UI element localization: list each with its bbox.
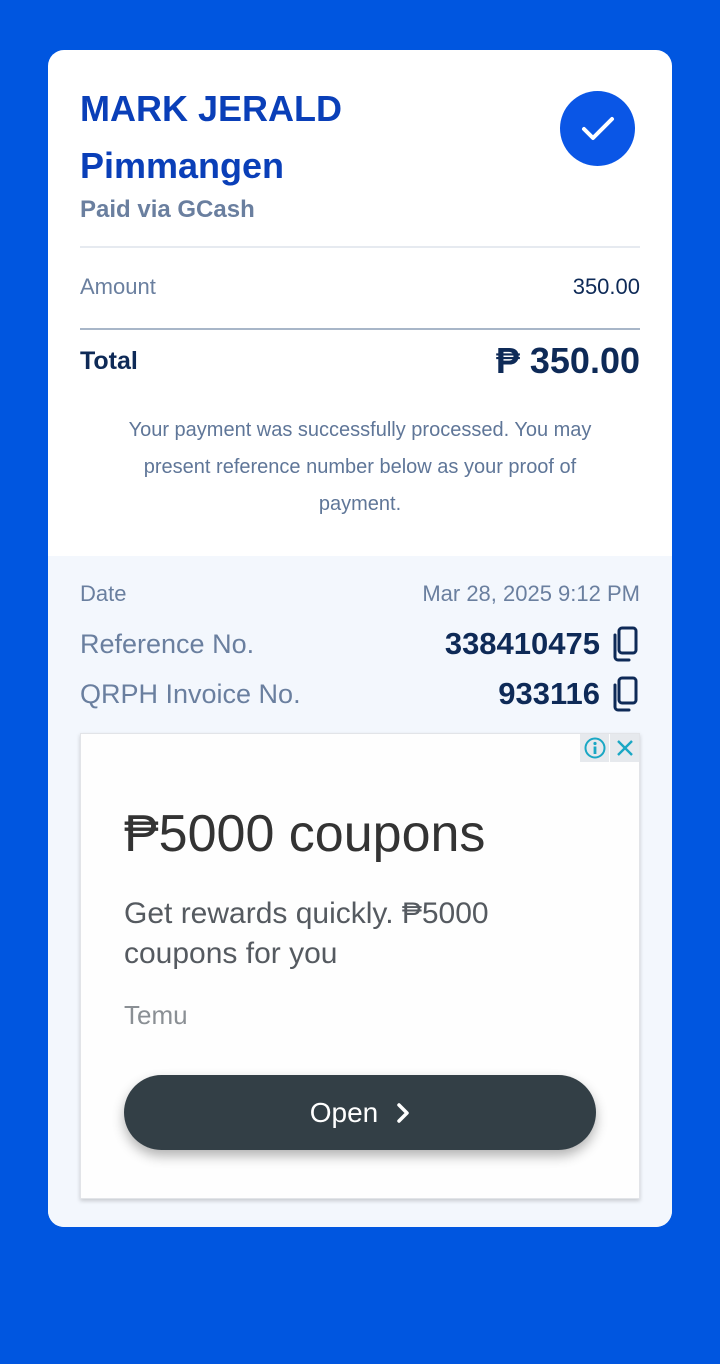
total-row: Total ₱ 350.00 [80,338,640,384]
amount-value: 350.00 [572,274,640,299]
ad-title[interactable]: ₱5000 coupons [124,804,485,864]
total-label: Total [80,346,138,375]
divider [80,246,640,248]
reference-value-group: 338410475 [445,626,640,662]
copy-invoice-button[interactable] [610,676,640,712]
invoice-value-group: 933116 [498,676,640,712]
ad-open-button[interactable]: Open [124,1075,596,1150]
copy-reference-button[interactable] [610,626,640,662]
receipt-card: MARK JERALD Pimmangen Paid via GCash Amo… [48,50,672,1227]
reference-row: Reference No. 338410475 [80,622,640,666]
copy-icon [613,626,638,662]
transaction-details: Date Mar 28, 2025 9:12 PM Reference No. … [48,556,672,1227]
ad-controls [579,734,639,762]
ad-open-label: Open [309,1096,379,1128]
divider [80,328,640,330]
close-icon [616,740,633,756]
date-label: Date [80,581,127,606]
reference-label: Reference No. [80,628,255,659]
copy-icon [613,676,638,712]
chevron-right-icon [396,1102,410,1124]
ad-close-button[interactable] [610,734,639,762]
total-value: ₱ 350.00 [495,340,640,381]
payee-name-line1: MARK JERALD [80,88,343,129]
payee-name: MARK JERALD Pimmangen [80,80,500,194]
invoice-label: QRPH Invoice No. [80,678,301,709]
success-message: Your payment was successfully processed.… [128,419,592,515]
reference-value: 338410475 [444,626,600,661]
ad-advertiser: Temu [124,1000,188,1030]
payee-name-line2: Pimmangen [80,145,285,186]
invoice-value: 933116 [498,676,600,711]
date-row: Date Mar 28, 2025 9:12 PM [80,576,640,612]
ad-description: Get rewards quickly. ₱5000 coupons for y… [124,897,489,970]
info-icon [584,737,605,759]
payment-method: Paid via GCash [80,196,255,223]
check-icon [560,91,635,166]
amount-row: Amount 350.00 [80,272,640,302]
advertisement[interactable]: ₱5000 coupons Get rewards quickly. ₱5000… [80,733,640,1199]
date-value: Mar 28, 2025 9:12 PM [422,581,640,606]
amount-label: Amount [80,274,156,299]
ad-info-button[interactable] [580,734,609,762]
invoice-row: QRPH Invoice No. 933116 [80,672,640,716]
